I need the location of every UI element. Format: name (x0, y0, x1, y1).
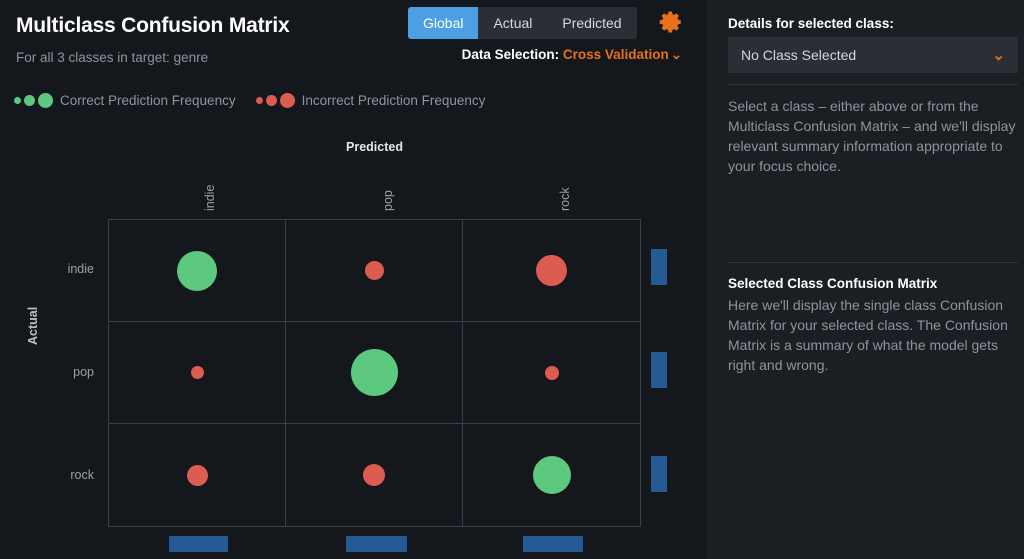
column-label-rock[interactable]: rock (558, 187, 572, 211)
column-label-pop[interactable]: pop (381, 190, 395, 211)
data-selection-value[interactable]: Cross Validation (563, 47, 669, 62)
bubble-incorrect[interactable] (190, 366, 204, 379)
divider (728, 84, 1018, 85)
legend-dot-small-green (14, 97, 21, 104)
legend-item-incorrect: Incorrect Prediction Frequency (255, 93, 486, 108)
details-heading: Details for selected class: (728, 16, 894, 31)
matrix-panel: Multiclass Confusion Matrix For all 3 cl… (0, 0, 706, 559)
legend-dots-incorrect (255, 93, 295, 108)
divider (728, 262, 1018, 263)
row-label-pop[interactable]: pop (73, 365, 94, 379)
legend-dots-correct (14, 93, 53, 108)
legend-dot-large-red (279, 93, 295, 108)
bubble-incorrect[interactable] (186, 464, 208, 486)
x-axis-title: Predicted (346, 140, 403, 154)
gear-icon[interactable] (658, 9, 684, 40)
column-margin-bar-pop (346, 536, 407, 552)
row-label-indie[interactable]: indie (68, 262, 94, 276)
selected-class-matrix-title: Selected Class Confusion Matrix (728, 276, 938, 291)
page-subtitle: For all 3 classes in target: genre (16, 50, 209, 65)
bubble-incorrect[interactable] (364, 261, 384, 280)
details-panel: Details for selected class: No Class Sel… (706, 0, 1024, 559)
row-margin-bar-pop (651, 352, 667, 388)
row-margin-bars (651, 219, 669, 527)
confusion-matrix-app: Multiclass Confusion Matrix For all 3 cl… (0, 0, 1024, 559)
row-label-rock[interactable]: rock (70, 468, 94, 482)
bubble-correct[interactable] (177, 250, 217, 291)
matrix-cell-indie-indie[interactable] (109, 220, 286, 322)
data-selection-label: Data Selection: (461, 47, 560, 62)
confusion-matrix-grid[interactable] (108, 219, 641, 527)
matrix-cell-indie-rock[interactable] (463, 220, 640, 322)
matrix-cell-rock-indie[interactable] (109, 424, 286, 526)
bubble-correct[interactable] (350, 349, 398, 396)
details-hint-text: Select a class – either above or from th… (728, 98, 1016, 174)
matrix-cell-rock-pop[interactable] (286, 424, 463, 526)
legend-dot-large-green (38, 93, 53, 108)
matrix-cell-pop-indie[interactable] (109, 322, 286, 424)
class-select-dropdown[interactable]: No Class Selected ⌄ (728, 37, 1018, 73)
legend-item-correct: Correct Prediction Frequency (14, 93, 236, 108)
row-labels: indie pop rock (0, 219, 100, 527)
view-mode-segmented-control[interactable]: Global Actual Predicted (408, 7, 637, 39)
legend-label-correct: Correct Prediction Frequency (60, 93, 236, 108)
tab-predicted[interactable]: Predicted (547, 7, 636, 39)
tab-actual[interactable]: Actual (478, 7, 547, 39)
bubble-correct[interactable] (532, 456, 571, 494)
legend-dot-medium-green (24, 95, 35, 106)
matrix-cell-pop-rock[interactable] (463, 322, 640, 424)
bubble-incorrect[interactable] (536, 255, 567, 286)
column-margin-bar-indie (169, 536, 228, 552)
legend: Correct Prediction Frequency Incorrect P… (14, 93, 485, 108)
legend-dot-medium-red (265, 95, 277, 106)
class-select-value: No Class Selected (741, 47, 857, 63)
data-selection[interactable]: Data Selection: Cross Validation ⌄ (462, 47, 682, 63)
chevron-down-icon[interactable]: ⌄ (992, 46, 1005, 64)
matrix-cell-rock-rock[interactable] (463, 424, 640, 526)
legend-label-incorrect: Incorrect Prediction Frequency (301, 93, 486, 108)
page-title: Multiclass Confusion Matrix (16, 14, 290, 37)
selected-class-matrix-text: Here we'll display the single class Conf… (728, 297, 1008, 373)
row-margin-bar-indie (651, 249, 667, 285)
column-margin-bar-rock (523, 536, 583, 552)
chevron-down-icon[interactable]: ⌄ (671, 47, 682, 62)
column-label-indie[interactable]: indie (203, 185, 217, 211)
row-margin-bar-rock (651, 456, 667, 492)
matrix-cell-pop-pop[interactable] (286, 322, 463, 424)
bubble-incorrect[interactable] (363, 464, 385, 486)
bubble-incorrect[interactable] (544, 365, 559, 380)
column-margin-bars (108, 533, 641, 553)
matrix-cell-indie-pop[interactable] (286, 220, 463, 322)
legend-dot-small-red (255, 97, 263, 104)
tab-global[interactable]: Global (408, 7, 479, 39)
